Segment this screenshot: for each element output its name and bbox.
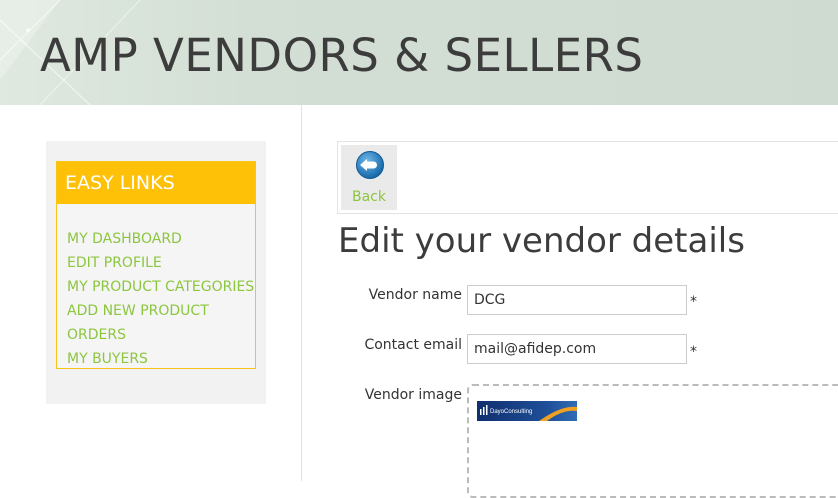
easy-links-heading: EASY LINKS bbox=[57, 162, 255, 204]
back-arrow-icon bbox=[356, 151, 384, 179]
easy-links-list: MY DASHBOARD EDIT PROFILE MY PRODUCT CAT… bbox=[57, 204, 255, 371]
link-my-dashboard[interactable]: MY DASHBOARD bbox=[67, 227, 255, 251]
link-orders[interactable]: ORDERS bbox=[67, 323, 255, 347]
link-add-new-product[interactable]: ADD NEW PRODUCT bbox=[67, 299, 255, 323]
vendor-name-input[interactable] bbox=[467, 285, 687, 315]
link-edit-profile[interactable]: EDIT PROFILE bbox=[67, 251, 255, 275]
vendor-logo-text: DayoConsulting bbox=[490, 409, 532, 415]
link-my-buyers[interactable]: MY BUYERS bbox=[67, 347, 255, 371]
sidebar: EASY LINKS MY DASHBOARD EDIT PROFILE MY … bbox=[46, 141, 266, 404]
contact-email-input[interactable] bbox=[467, 334, 687, 364]
vendor-name-required-mark: * bbox=[690, 294, 697, 310]
back-label: Back bbox=[352, 189, 386, 205]
site-title: AMP VENDORS & SELLERS bbox=[40, 29, 644, 82]
toolbar: Back bbox=[337, 141, 838, 214]
link-my-product-categories[interactable]: MY PRODUCT CATEGORIES bbox=[67, 275, 255, 299]
contact-email-required-mark: * bbox=[690, 344, 697, 360]
back-button[interactable]: Back bbox=[341, 145, 397, 210]
column-divider bbox=[301, 105, 302, 481]
easy-links-box: EASY LINKS MY DASHBOARD EDIT PROFILE MY … bbox=[56, 161, 256, 369]
contact-email-label: Contact email bbox=[364, 337, 462, 353]
site-header: AMP VENDORS & SELLERS bbox=[0, 0, 838, 105]
vendor-logo-image: DayoConsulting bbox=[477, 401, 577, 421]
page-title: Edit your vendor details bbox=[338, 221, 745, 261]
vendor-image-label: Vendor image bbox=[364, 387, 462, 403]
vendor-name-label: Vendor name bbox=[368, 287, 462, 303]
